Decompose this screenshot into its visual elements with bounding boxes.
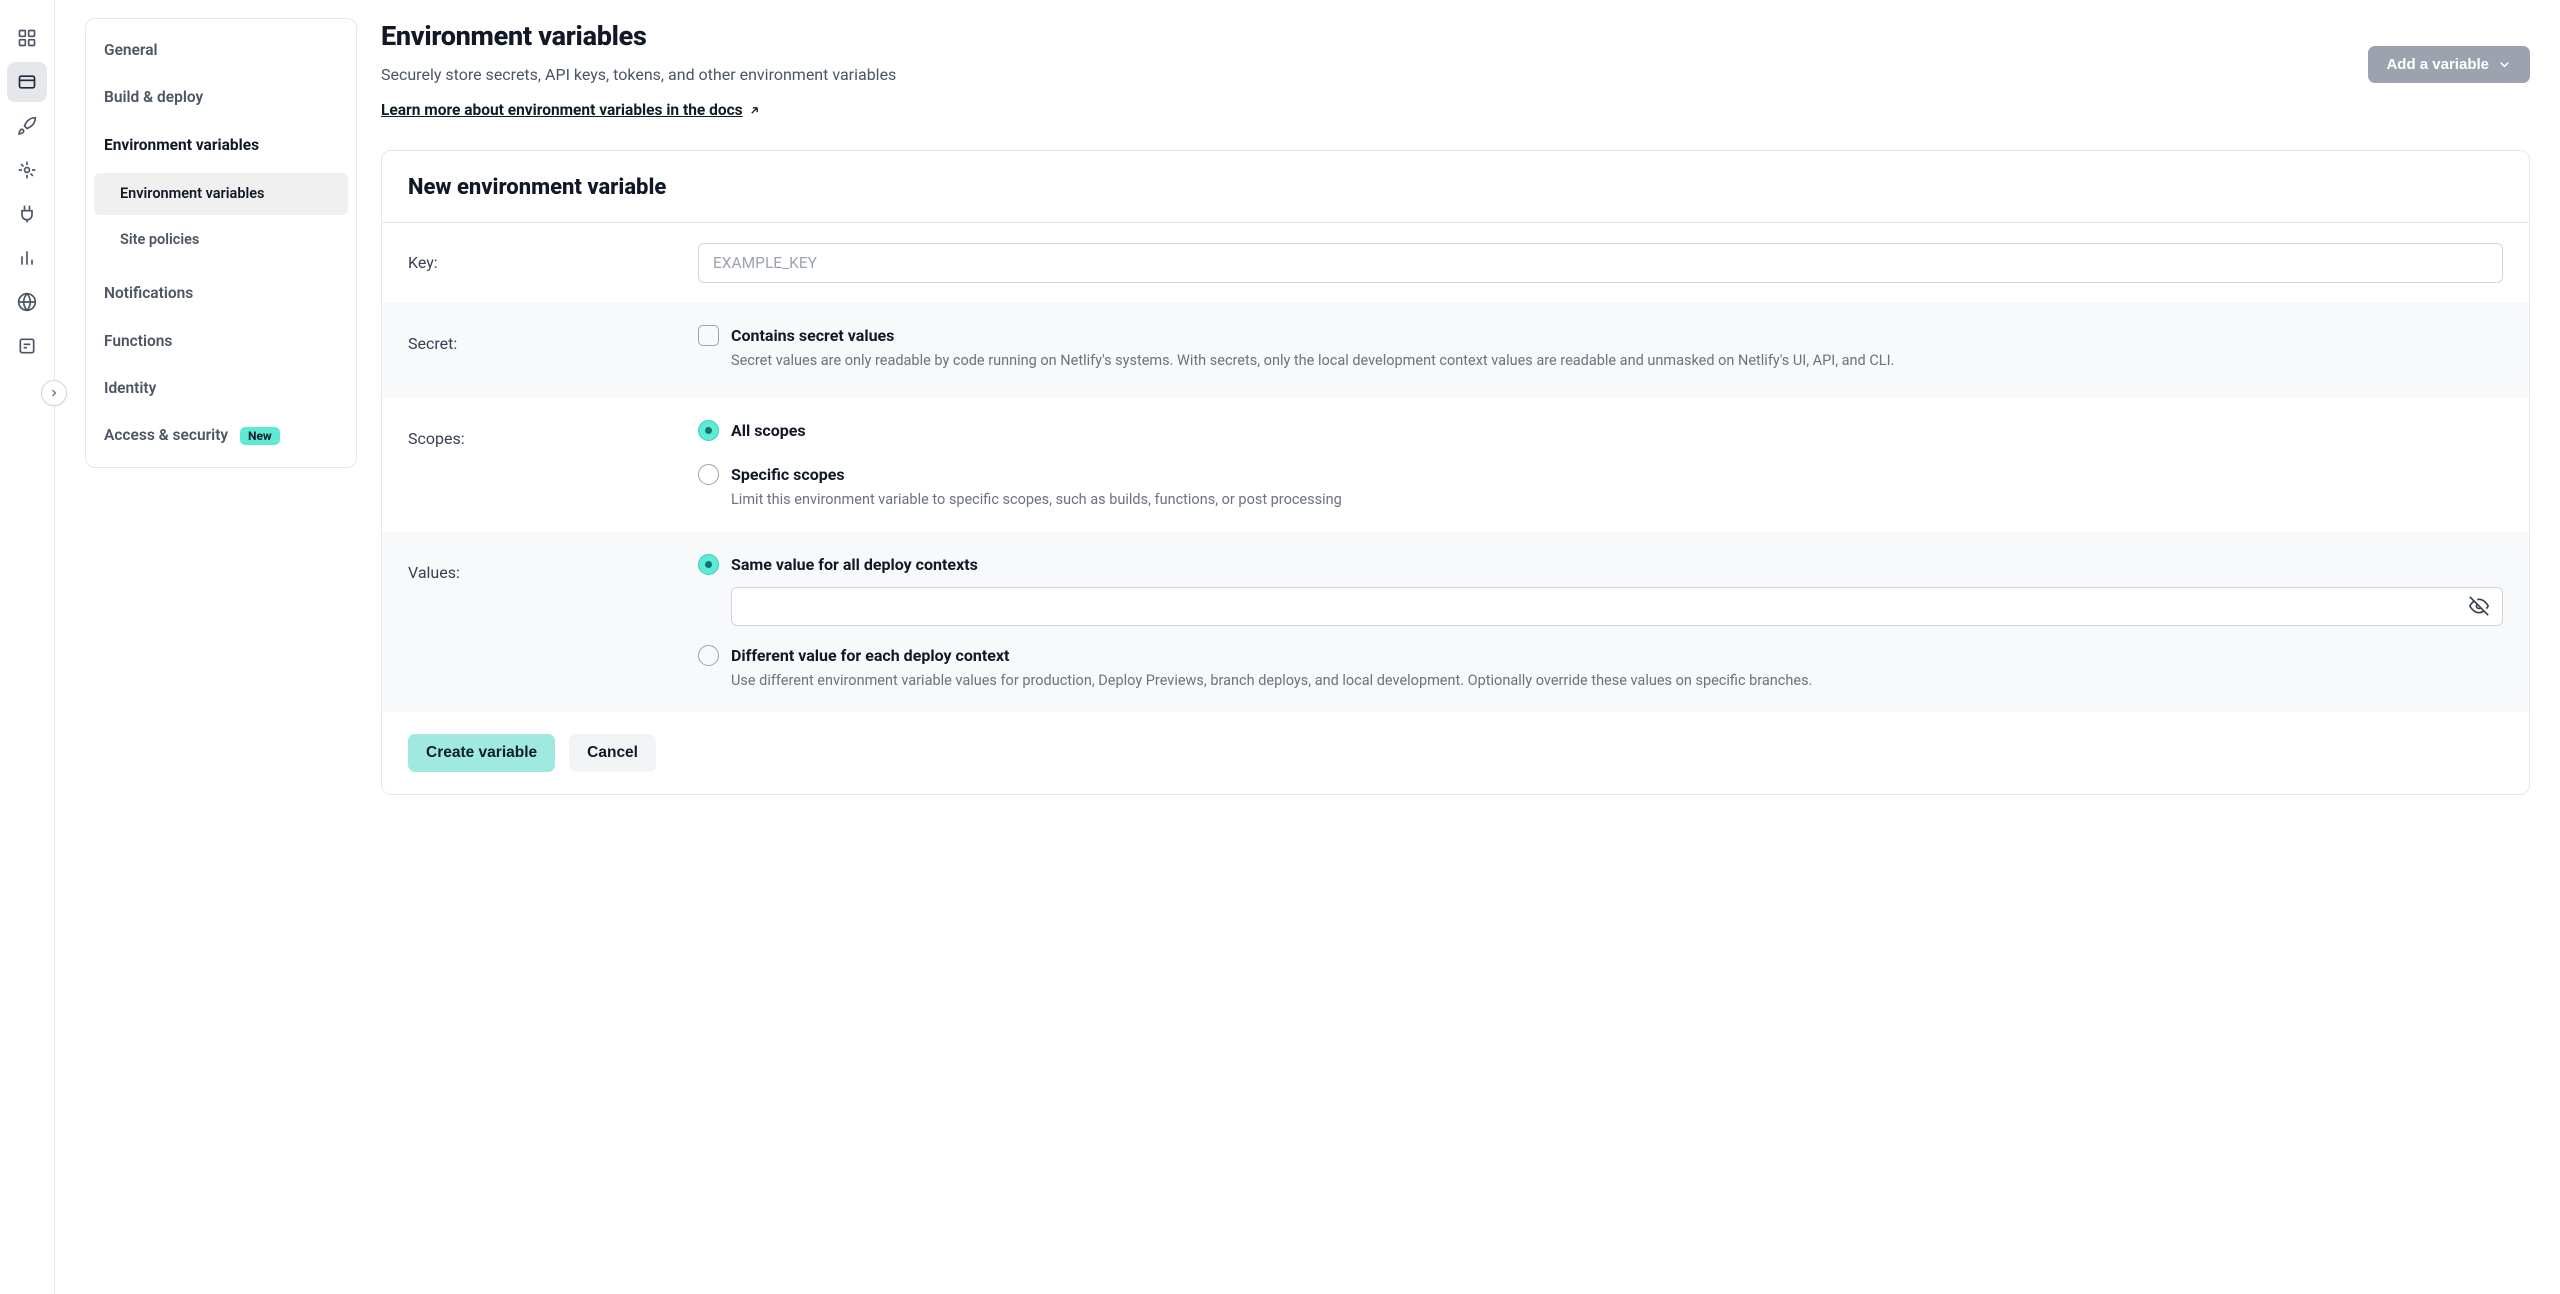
- sidebar-item-functions[interactable]: Functions: [86, 318, 356, 365]
- external-link-icon: [748, 104, 761, 117]
- values-same-label: Same value for all deploy contexts: [731, 553, 2503, 577]
- sidebar-item-label: Build & deploy: [104, 86, 203, 109]
- icon-rail: [0, 0, 55, 1294]
- values-label: Values:: [408, 553, 698, 585]
- sidebar-item-env-vars[interactable]: Environment variables: [86, 122, 356, 169]
- bar-chart-icon: [17, 248, 37, 268]
- rail-item-domains[interactable]: [7, 282, 47, 322]
- key-label: Key:: [408, 243, 698, 275]
- add-variable-label: Add a variable: [2386, 56, 2489, 73]
- chevron-right-icon: [48, 387, 60, 399]
- sidebar-item-general[interactable]: General: [86, 27, 356, 74]
- sidebar-item-label: Access & security: [104, 426, 228, 444]
- rail-item-dashboard[interactable]: [7, 18, 47, 58]
- sidebar-item-label: Environment variables: [104, 134, 259, 157]
- values-different-label: Different value for each deploy context: [731, 644, 2503, 668]
- sidebar-item-identity[interactable]: Identity: [86, 365, 356, 412]
- card-title: New environment variable: [408, 171, 2503, 204]
- create-variable-button[interactable]: Create variable: [408, 734, 555, 772]
- rocket-icon: [17, 116, 37, 136]
- secret-label: Secret:: [408, 324, 698, 356]
- scopes-specific-desc: Limit this environment variable to speci…: [731, 489, 2503, 511]
- secret-option-title: Contains secret values: [731, 324, 2503, 348]
- docs-link[interactable]: Learn more about environment variables i…: [381, 99, 761, 122]
- cancel-button[interactable]: Cancel: [569, 734, 656, 772]
- grid-icon: [17, 28, 37, 48]
- new-badge: New: [240, 427, 280, 445]
- rail-item-integrations[interactable]: [7, 194, 47, 234]
- form-icon: [17, 336, 37, 356]
- add-variable-button[interactable]: Add a variable: [2368, 46, 2530, 83]
- plug-icon: [17, 204, 37, 224]
- page-title: Environment variables: [381, 16, 896, 57]
- eye-off-icon: [2469, 596, 2489, 616]
- rail-item-forms[interactable]: [7, 326, 47, 366]
- rail-expand-button[interactable]: [41, 380, 67, 406]
- scopes-specific-label: Specific scopes: [731, 463, 2503, 487]
- sidebar-item-label: Identity: [104, 377, 156, 400]
- settings-sidebar: General Build & deploy Environment varia…: [85, 16, 357, 1254]
- sidebar-item-access-security[interactable]: Access & security New: [86, 412, 356, 459]
- sidebar-item-label: Site policies: [120, 231, 199, 248]
- toggle-visibility-button[interactable]: [2465, 592, 2493, 620]
- sidebar-item-build-deploy[interactable]: Build & deploy: [86, 74, 356, 121]
- key-input[interactable]: [698, 243, 2503, 283]
- sidebar-item-label: Notifications: [104, 282, 193, 305]
- values-same-radio[interactable]: [698, 554, 719, 575]
- main-content: Environment variables Securely store sec…: [381, 16, 2530, 1254]
- secret-checkbox[interactable]: [698, 325, 719, 346]
- rail-item-logs[interactable]: [7, 150, 47, 190]
- docs-link-text: Learn more about environment variables i…: [381, 99, 743, 122]
- new-env-var-card: New environment variable Key: Secret:: [381, 150, 2530, 795]
- rail-item-metrics[interactable]: [7, 238, 47, 278]
- sidebar-item-label: General: [104, 39, 158, 62]
- chevron-down-icon: [2497, 57, 2512, 72]
- scopes-all-label: All scopes: [731, 419, 2503, 443]
- speed-icon: [17, 160, 37, 180]
- sidebar-item-label: Environment variables: [120, 185, 265, 202]
- sidebar-item-label: Functions: [104, 330, 172, 353]
- page-subtitle: Securely store secrets, API keys, tokens…: [381, 63, 896, 87]
- values-different-radio[interactable]: [698, 645, 719, 666]
- globe-icon: [17, 292, 37, 312]
- rail-item-deploys[interactable]: [7, 106, 47, 146]
- scopes-label: Scopes:: [408, 419, 698, 451]
- value-input[interactable]: [731, 587, 2503, 626]
- scopes-specific-radio[interactable]: [698, 464, 719, 485]
- values-different-desc: Use different environment variable value…: [731, 670, 2503, 692]
- secret-option-desc: Secret values are only readable by code …: [731, 350, 2503, 372]
- sidebar-item-notifications[interactable]: Notifications: [86, 270, 356, 317]
- sidebar-subitem-site-policies[interactable]: Site policies: [94, 219, 348, 261]
- window-icon: [17, 72, 37, 92]
- sidebar-subitem-env-vars[interactable]: Environment variables: [94, 173, 348, 215]
- rail-item-site[interactable]: [7, 62, 47, 102]
- scopes-all-radio[interactable]: [698, 420, 719, 441]
